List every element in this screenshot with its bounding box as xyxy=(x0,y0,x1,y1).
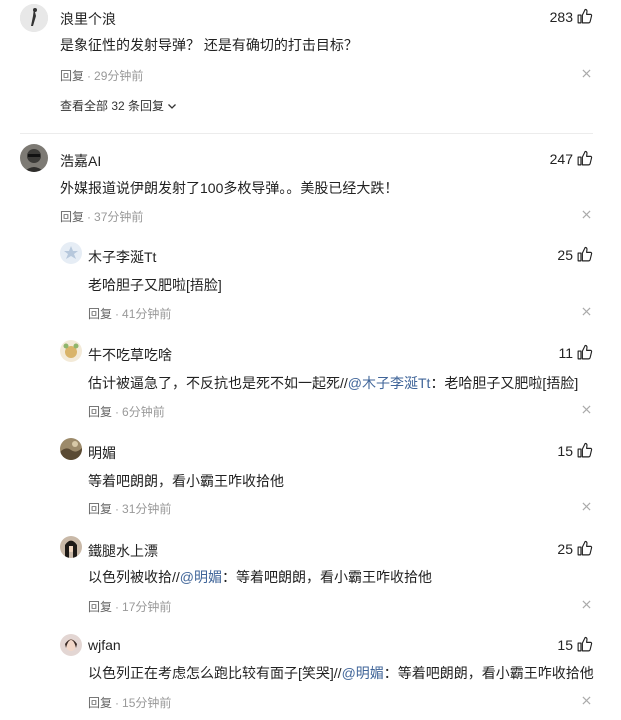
reply: 牛不吃草吃啥 11 估计被逼急了，不反抗也是死不如一起死//@木子李涎Tt：老哈… xyxy=(0,338,621,428)
avatar[interactable] xyxy=(60,340,82,362)
thumbs-up-icon xyxy=(577,442,593,458)
like-button[interactable]: 25 xyxy=(557,540,593,557)
quoted-text: ：等着吧朗朗，看小霸王咋收拾他 xyxy=(383,665,594,681)
close-icon xyxy=(582,405,591,414)
comment-meta: 回复 · 37分钟前 xyxy=(60,210,144,224)
dismiss-button[interactable] xyxy=(581,209,593,221)
reply-text-body: 以色列正在考虑怎么跑比较有面子[笑哭]// xyxy=(88,665,342,681)
like-count: 283 xyxy=(549,8,573,25)
dismiss-button[interactable] xyxy=(581,306,593,318)
username[interactable]: 木子李涎Tt xyxy=(88,247,156,267)
thumbs-up-icon xyxy=(577,246,593,262)
timestamp: 37分钟前 xyxy=(94,210,144,224)
reply-meta: 回复 · 41分钟前 xyxy=(88,307,172,321)
comment-text: 外媒报道说伊朗发射了100多枚导弹。。美股已经大跌！ xyxy=(60,180,399,196)
timestamp: 41分钟前 xyxy=(122,307,172,321)
reply-button[interactable]: 回复 xyxy=(60,69,84,83)
comment-meta: 回复 · 29分钟前 xyxy=(60,69,144,83)
thumbs-up-icon xyxy=(577,344,593,360)
dismiss-button[interactable] xyxy=(581,404,593,416)
like-button[interactable]: 283 xyxy=(550,8,593,25)
username[interactable]: 明媚 xyxy=(88,443,116,463)
comment: 浪里个浪 283 是象征性的发射导弹？ 还是有确切的打击目标？ 回复 · 29分钟前… xyxy=(0,0,621,120)
reply-text: 以色列正在考虑怎么跑比较有面子[笑哭]//@明媚：等着吧朗朗，看小霸王咋收拾他 xyxy=(88,663,594,683)
reply-meta: 回复 · 6分钟前 xyxy=(88,405,165,419)
divider xyxy=(20,133,593,134)
thumbs-up-icon xyxy=(577,540,593,556)
close-icon xyxy=(582,69,591,78)
reply-text-body: 估计被逼急了，不反抗也是死不如一起死// xyxy=(88,375,348,391)
quoted-text: ：等着吧朗朗，看小霸王咋收拾他 xyxy=(222,569,432,585)
like-button[interactable]: 25 xyxy=(557,246,593,263)
timestamp: 29分钟前 xyxy=(94,69,144,83)
like-count: 11 xyxy=(558,344,573,361)
dismiss-button[interactable] xyxy=(581,501,593,513)
avatar[interactable] xyxy=(60,438,82,460)
reply-meta: 回复 · 31分钟前 xyxy=(88,502,172,516)
avatar[interactable] xyxy=(20,144,48,172)
timestamp: 15分钟前 xyxy=(122,696,172,710)
close-icon xyxy=(582,307,591,316)
reply-text: 老哈胆子又肥啦[捂脸] xyxy=(88,277,222,293)
like-count: 25 xyxy=(557,246,573,263)
reply-button[interactable]: 回复 xyxy=(88,696,112,710)
mention-link[interactable]: @明媚 xyxy=(342,665,384,681)
like-count: 15 xyxy=(557,636,573,653)
thumbs-up-icon xyxy=(577,8,593,24)
dismiss-button[interactable] xyxy=(581,695,593,707)
reply: 鐵腿水上漂 25 以色列被收拾//@明媚：等着吧朗朗，看小霸王咋收拾他 回复 · 1… xyxy=(0,534,621,624)
close-icon xyxy=(582,502,591,511)
mention-link[interactable]: @明媚 xyxy=(180,569,222,585)
like-button[interactable]: 11 xyxy=(558,344,593,361)
username[interactable]: 浪里个浪 xyxy=(60,9,116,29)
like-button[interactable]: 15 xyxy=(557,636,593,653)
reply-button[interactable]: 回复 xyxy=(88,600,112,614)
close-icon xyxy=(582,600,591,609)
comment: 浩嘉AI 247 外媒报道说伊朗发射了100多枚导弹。。美股已经大跌！ 回复 · 3… xyxy=(0,140,621,230)
timestamp: 31分钟前 xyxy=(122,502,172,516)
chevron-down-icon xyxy=(168,103,176,109)
thumbs-up-icon xyxy=(577,636,593,652)
reply-text: 以色列被收拾//@明媚：等着吧朗朗，看小霸王咋收拾他 xyxy=(88,567,432,587)
avatar[interactable] xyxy=(20,4,48,32)
like-count: 15 xyxy=(557,442,573,459)
reply-text: 估计被逼急了，不反抗也是死不如一起死//@木子李涎Tt：老哈胆子又肥啦[捂脸] xyxy=(88,373,578,393)
dismiss-button[interactable] xyxy=(581,599,593,611)
like-button[interactable]: 247 xyxy=(550,150,593,167)
quoted-text: ：老哈胆子又肥啦[捂脸] xyxy=(430,375,579,391)
username[interactable]: wjfan xyxy=(88,637,121,653)
avatar[interactable] xyxy=(60,242,82,264)
close-icon xyxy=(582,696,591,705)
comment-text: 是象征性的发射导弹？ 还是有确切的打击目标？ xyxy=(60,37,358,53)
reply-button[interactable]: 回复 xyxy=(88,502,112,516)
view-all-label: 查看全部 32 条回复 xyxy=(60,99,165,113)
reply-button[interactable]: 回复 xyxy=(88,405,112,419)
reply-meta: 回复 · 17分钟前 xyxy=(88,600,172,614)
reply: 木子李涎Tt 25 老哈胆子又肥啦[捂脸] 回复 · 41分钟前 xyxy=(0,240,621,330)
reply-text-body: 以色列被收拾// xyxy=(88,569,180,585)
reply: wjfan 15 以色列正在考虑怎么跑比较有面子[笑哭]//@明媚：等着吧朗朗，… xyxy=(0,632,621,720)
mention-link[interactable]: @木子李涎Tt xyxy=(348,375,431,391)
thumbs-up-icon xyxy=(577,150,593,166)
like-count: 25 xyxy=(557,540,573,557)
dismiss-button[interactable] xyxy=(581,68,593,80)
reply-button[interactable]: 回复 xyxy=(60,210,84,224)
timestamp: 6分钟前 xyxy=(122,405,165,419)
reply-meta: 回复 · 15分钟前 xyxy=(88,696,172,710)
close-icon xyxy=(582,210,591,219)
avatar[interactable] xyxy=(60,634,82,656)
like-button[interactable]: 15 xyxy=(557,442,593,459)
username[interactable]: 鐵腿水上漂 xyxy=(88,541,158,561)
username[interactable]: 牛不吃草吃啥 xyxy=(88,345,172,365)
avatar[interactable] xyxy=(60,536,82,558)
username[interactable]: 浩嘉AI xyxy=(60,151,101,171)
like-count: 247 xyxy=(549,150,573,167)
view-all-replies-button[interactable]: 查看全部 32 条回复 xyxy=(60,97,177,114)
timestamp: 17分钟前 xyxy=(122,600,172,614)
reply-button[interactable]: 回复 xyxy=(88,307,112,321)
reply-text: 等着吧朗朗，看小霸王咋收拾他 xyxy=(88,473,284,489)
reply: 明媚 15 等着吧朗朗，看小霸王咋收拾他 回复 · 31分钟前 xyxy=(0,436,621,526)
